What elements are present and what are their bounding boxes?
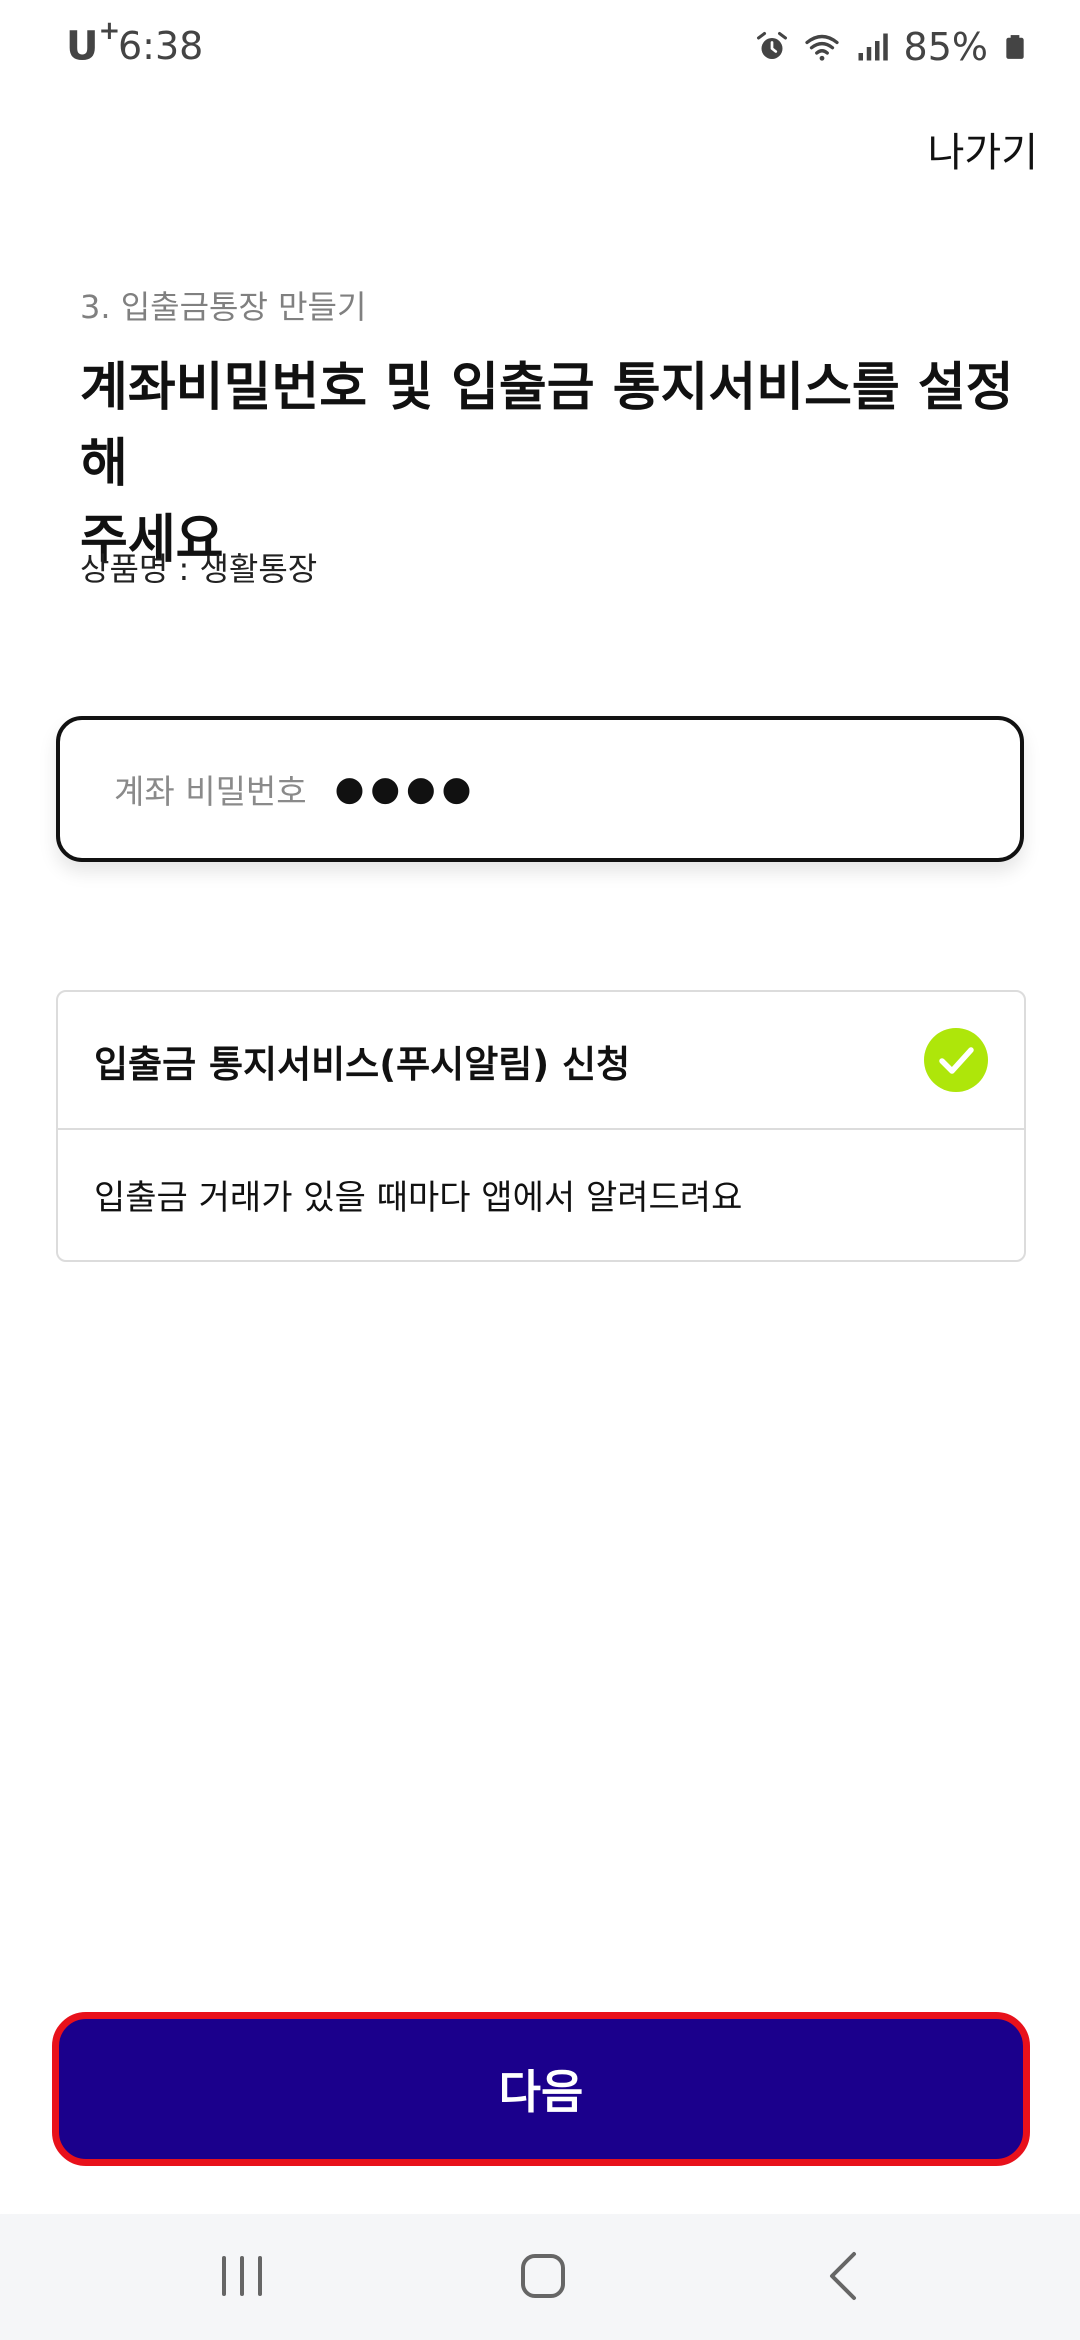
push-notification-toggle-row[interactable]: 입출금 통지서비스(푸시알림) 신청 bbox=[58, 992, 1024, 1130]
status-bar: U+ 6:38 85% bbox=[0, 0, 1080, 96]
back-icon[interactable] bbox=[818, 2248, 874, 2304]
push-notification-description: 입출금 거래가 있을 때마다 앱에서 알려드려요 bbox=[94, 1178, 743, 1218]
push-notification-title: 입출금 통지서비스(푸시알림) 신청 bbox=[94, 1043, 631, 1086]
step-label: 3. 입출금통장 만들기 bbox=[80, 288, 367, 326]
page-title-line1: 계좌비밀번호 및 입출금 통지서비스를 설정해 bbox=[80, 358, 1014, 494]
screen: U+ 6:38 85% 나가기 3. 입출금통장 만들기 계좌비밀번호 및 입출… bbox=[0, 0, 1080, 2340]
product-name: 상품명 : 생활통장 bbox=[80, 550, 318, 588]
home-icon[interactable] bbox=[515, 2248, 571, 2304]
signal-icon bbox=[854, 29, 890, 65]
carrier-label: U+ bbox=[66, 16, 121, 70]
status-time: 6:38 bbox=[118, 24, 204, 68]
next-button[interactable]: 다음 bbox=[52, 2012, 1030, 2166]
status-icons: 85% bbox=[754, 24, 1028, 70]
check-icon[interactable] bbox=[924, 1028, 988, 1092]
battery-percent: 85% bbox=[903, 25, 988, 69]
exit-button[interactable]: 나가기 bbox=[928, 116, 1038, 182]
account-password-field[interactable]: 계좌 비밀번호 ●●●● bbox=[56, 716, 1024, 862]
push-notification-card: 입출금 통지서비스(푸시알림) 신청 입출금 거래가 있을 때마다 앱에서 알려… bbox=[56, 990, 1026, 1262]
recents-icon[interactable] bbox=[214, 2248, 270, 2304]
navigation-bar bbox=[0, 2214, 1080, 2340]
wifi-icon bbox=[804, 29, 840, 65]
alarm-icon bbox=[754, 29, 790, 65]
password-value[interactable]: ●●●● bbox=[335, 769, 478, 809]
battery-icon bbox=[1002, 29, 1028, 65]
password-label: 계좌 비밀번호 bbox=[114, 772, 307, 811]
